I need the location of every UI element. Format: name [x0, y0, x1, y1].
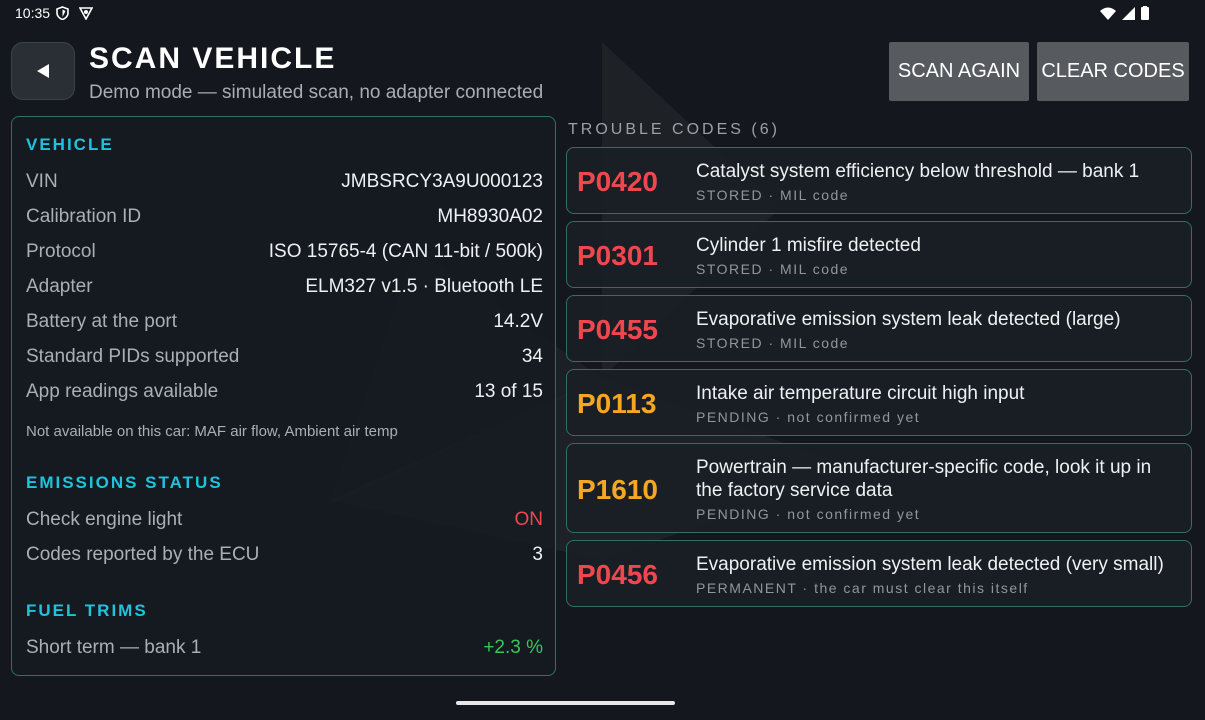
adapter-value: ELM327 v1.5 · Bluetooth LE — [305, 276, 543, 297]
back-arrow-icon — [37, 64, 49, 78]
code-description: Catalyst system efficiency below thresho… — [696, 161, 1140, 182]
code-id: P0456 — [577, 559, 658, 590]
battery-row: Battery at the port 14.2V — [26, 311, 543, 337]
vehicle-heading: VEHICLE — [26, 135, 114, 154]
calibration-id-row: Calibration ID MH8930A02 — [26, 206, 543, 232]
adapter-label: Adapter — [26, 276, 93, 297]
trouble-code-card[interactable]: P1610 Powertrain — manufacturer-specific… — [566, 443, 1192, 533]
protocol-row: Protocol ISO 15765-4 (CAN 11-bit / 500k) — [26, 241, 543, 267]
code-description: Powertrain — manufacturer-specific code,… — [696, 457, 1152, 501]
code-id: P0455 — [577, 314, 658, 345]
pids-value: 34 — [521, 346, 543, 367]
page-title: SCAN VEHICLE — [89, 42, 337, 75]
clear-codes-button[interactable]: CLEAR CODES — [1037, 42, 1189, 101]
code-status: PENDING · not confirmed yet — [696, 506, 921, 522]
short-term-trim-value: +2.3 % — [483, 637, 543, 658]
code-description: Intake air temperature circuit high inpu… — [696, 383, 1025, 404]
vehicle-info-card: VEHICLE VIN JMBSRCY3A9U000123 Calibratio… — [11, 116, 556, 676]
battery-value: 14.2V — [493, 311, 543, 332]
codes-reported-label: Codes reported by the ECU — [26, 544, 260, 565]
unavailable-note: Not available on this car: MAF air flow,… — [26, 423, 398, 440]
code-status: PERMANENT · the car must clear this itse… — [696, 580, 1029, 596]
home-indicator[interactable] — [456, 701, 675, 705]
check-engine-value: ON — [514, 509, 544, 530]
code-status: STORED · MIL code — [696, 335, 850, 351]
code-description: Evaporative emission system leak detecte… — [696, 309, 1121, 330]
scan-again-button[interactable]: SCAN AGAIN — [889, 42, 1029, 101]
vin-value: JMBSRCY3A9U000123 — [341, 171, 543, 192]
shield-icon — [56, 6, 69, 20]
code-id: P1610 — [577, 474, 658, 505]
vpn-icon — [79, 7, 93, 20]
pids-label: Standard PIDs supported — [26, 346, 240, 367]
calibration-id-value: MH8930A02 — [437, 206, 543, 227]
vin-label: VIN — [26, 171, 58, 192]
calibration-id-label: Calibration ID — [26, 206, 142, 227]
trouble-codes-heading: TROUBLE CODES (6) — [568, 121, 780, 138]
emissions-heading: EMISSIONS STATUS — [26, 473, 223, 492]
code-id: P0420 — [577, 166, 658, 197]
trouble-code-card[interactable]: P0456 Evaporative emission system leak d… — [566, 540, 1192, 607]
vin-row: VIN JMBSRCY3A9U000123 — [26, 171, 543, 197]
readings-row: App readings available 13 of 15 — [26, 381, 543, 407]
code-id: P0301 — [577, 240, 658, 271]
status-time: 10:35 — [15, 5, 51, 21]
code-description: Evaporative emission system leak detecte… — [696, 554, 1164, 575]
code-description: Cylinder 1 misfire detected — [696, 235, 921, 256]
protocol-label: Protocol — [26, 241, 96, 262]
trouble-code-card[interactable]: P0455 Evaporative emission system leak d… — [566, 295, 1192, 362]
code-status: PENDING · not confirmed yet — [696, 409, 921, 425]
protocol-value: ISO 15765-4 (CAN 11-bit / 500k) — [268, 241, 543, 262]
battery-label: Battery at the port — [26, 311, 178, 332]
short-term-trim-label: Short term — bank 1 — [26, 637, 202, 658]
short-term-trim-row: Short term — bank 1 +2.3 % — [26, 637, 543, 663]
readings-label: App readings available — [26, 381, 219, 402]
trouble-code-card[interactable]: P0113 Intake air temperature circuit hig… — [566, 369, 1192, 436]
codes-reported-value: 3 — [532, 544, 543, 565]
pids-row: Standard PIDs supported 34 — [26, 346, 543, 372]
check-engine-row: Check engine light ON — [26, 509, 543, 535]
battery-icon — [1141, 6, 1149, 20]
code-status: STORED · MIL code — [696, 261, 850, 277]
trouble-code-card[interactable]: P0301 Cylinder 1 misfire detected STORED… — [566, 221, 1192, 288]
back-button[interactable] — [11, 42, 75, 100]
signal-icon — [1122, 6, 1135, 20]
wifi-icon — [1100, 7, 1116, 20]
readings-value: 13 of 15 — [474, 381, 543, 402]
code-id: P0113 — [577, 388, 657, 419]
adapter-row: Adapter ELM327 v1.5 · Bluetooth LE — [26, 276, 543, 302]
code-status: STORED · MIL code — [696, 187, 850, 203]
codes-reported-row: Codes reported by the ECU 3 — [26, 544, 543, 570]
status-bar: 10:35 — [0, 0, 1205, 26]
fuel-trims-heading: FUEL TRIMS — [26, 601, 148, 620]
page-subtitle: Demo mode — simulated scan, no adapter c… — [89, 82, 544, 103]
check-engine-label: Check engine light — [26, 509, 183, 530]
trouble-code-card[interactable]: P0420 Catalyst system efficiency below t… — [566, 147, 1192, 214]
